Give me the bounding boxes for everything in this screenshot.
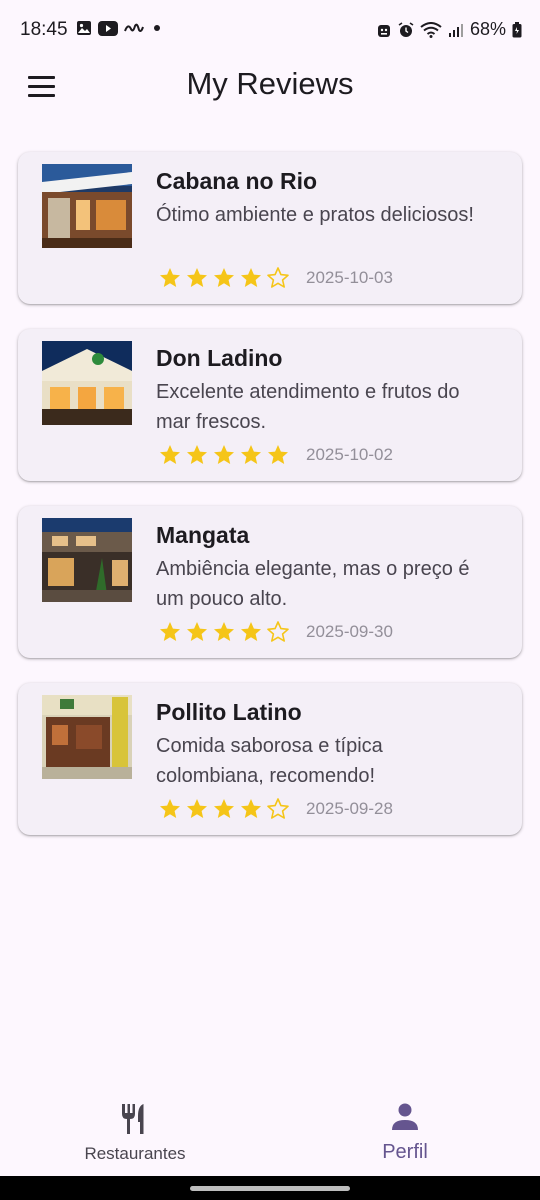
nav-label: Perfil [382,1141,428,1163]
star-filled-icon [214,799,234,818]
star-filled-icon [214,622,234,641]
star-filled-icon [160,268,180,287]
star-filled-icon [160,622,180,641]
star-outline-icon [267,267,289,288]
review-comment: Comida saborosa e típica colombiana, rec… [156,735,383,787]
star-outline-icon [267,798,289,819]
status-bar: 18:45 68% [0,0,540,62]
review-date: 2025-10-03 [306,268,393,287]
review-date: 2025-10-02 [306,445,393,464]
star-filled-icon [241,268,261,287]
battery-percent: 68% [469,19,506,39]
wifi-icon [420,21,442,38]
star-filled-icon [187,799,207,818]
star-filled-icon [214,268,234,287]
review-card[interactable]: Mangata Ambiência elegante, mas o preço … [18,506,522,658]
nav-label: Restaurantes [84,1144,186,1163]
nav-item-restaurantes[interactable]: Restaurantes [0,1090,270,1176]
review-meta: 2025-09-28 [158,797,393,821]
review-card[interactable]: Don Ladino Excelente atendimento e fruto… [18,329,522,481]
dot-icon [154,25,160,31]
youtube-icon [98,20,118,36]
app-bar: My Reviews [0,62,540,110]
star-rating [158,620,290,644]
star-filled-icon [241,799,261,818]
alarm-icon [398,21,414,37]
gallery-icon [77,21,91,35]
review-date: 2025-09-30 [306,622,393,641]
person-icon [392,1103,418,1130]
status-notification-icons [76,20,164,36]
status-system-icons: 68% [376,19,522,40]
restaurant-photo [42,695,132,779]
restaurant-name: Mangata [156,522,250,548]
page-title: My Reviews [186,66,354,101]
restaurant-name: Pollito Latino [156,699,302,725]
review-comment: Ótimo ambiente e pratos deliciosos! [156,204,474,226]
star-outline-icon [267,621,289,642]
review-meta: 2025-10-02 [158,443,393,467]
gesture-navigation-bar [0,1176,540,1200]
signal-icon [448,23,463,37]
android-head-icon [377,24,390,37]
star-filled-icon [214,445,234,464]
fork-knife-icon [122,1104,144,1134]
nav-item-perfil[interactable]: Perfil [270,1090,540,1176]
review-comment: Ambiência elegante, mas o preço é um pou… [156,558,470,610]
star-filled-icon [187,445,207,464]
home-gesture-handle[interactable] [190,1186,350,1191]
restaurant-photo [42,164,132,248]
restaurant-photo [42,518,132,602]
battery-icon [512,21,522,37]
star-filled-icon [160,799,180,818]
star-rating [158,443,290,467]
star-rating [158,797,290,821]
review-date: 2025-09-28 [306,799,393,818]
star-filled-icon [187,622,207,641]
review-meta: 2025-09-30 [158,620,393,644]
review-card[interactable]: Cabana no Rio Ótimo ambiente e pratos de… [18,152,522,304]
star-filled-icon [187,268,207,287]
app-logo-icon [124,23,144,32]
review-comment: Excelente atendimento e frutos do mar fr… [156,381,460,433]
review-card[interactable]: Pollito Latino Comida saborosa e típica … [18,683,522,835]
restaurant-name: Don Ladino [156,345,283,371]
review-list: Cabana no Rio Ótimo ambiente e pratos de… [18,152,522,860]
restaurant-name: Cabana no Rio [156,168,318,194]
review-meta: 2025-10-03 [158,266,393,290]
status-time: 18:45 [20,19,68,40]
star-filled-icon [268,445,288,464]
star-filled-icon [241,445,261,464]
star-rating [158,266,290,290]
star-filled-icon [160,445,180,464]
bottom-navigation: Restaurantes Perfil [0,1090,540,1176]
star-filled-icon [241,622,261,641]
restaurant-photo [42,341,132,425]
